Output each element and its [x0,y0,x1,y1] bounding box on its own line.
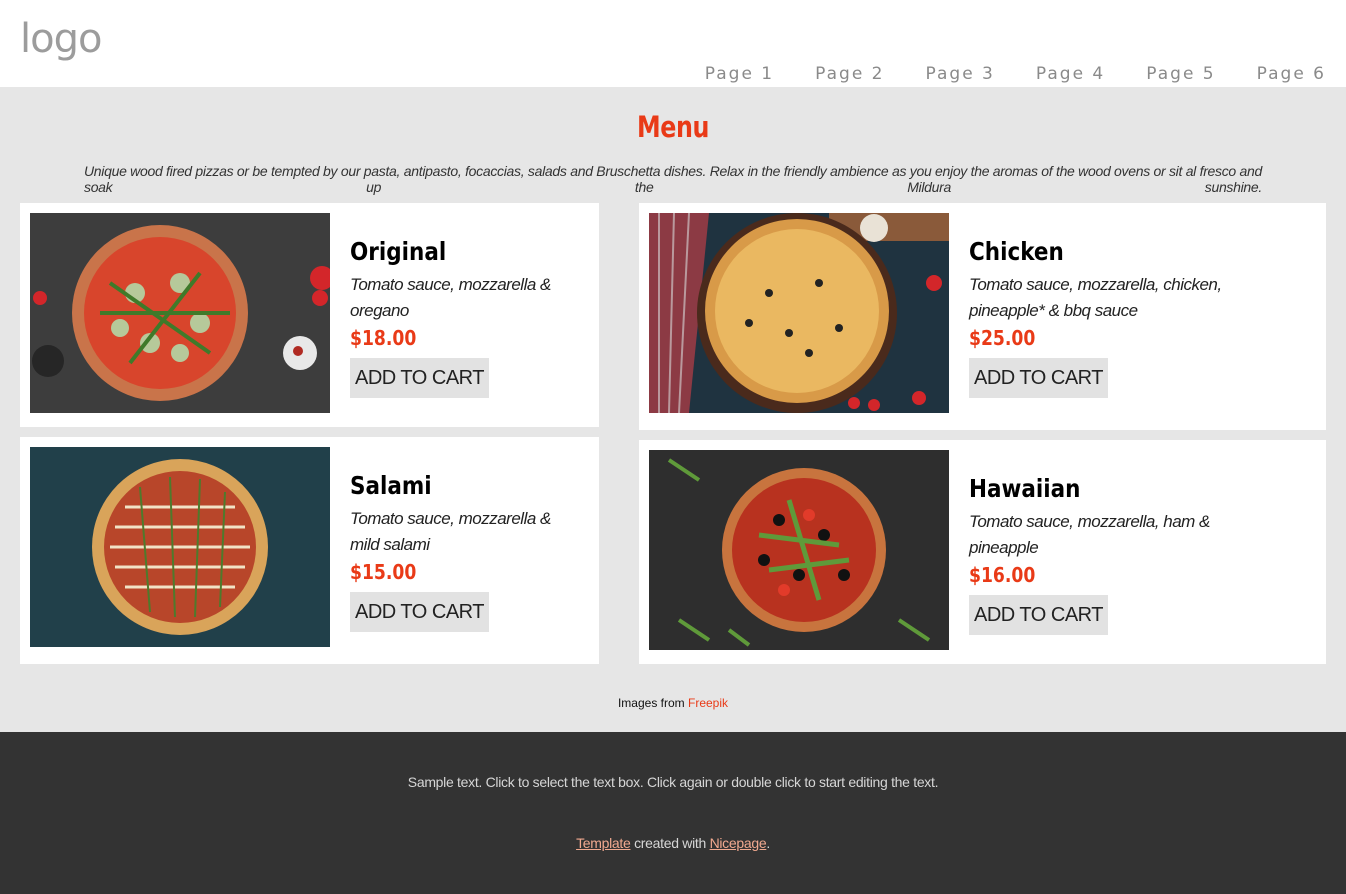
main-nav: Page 1 Page 2 Page 3 Page 4 Page 5 Page … [705,62,1326,86]
menu-card-original: Original Tomato sauce, mozzarella & oreg… [20,203,599,427]
nav-page-4[interactable]: Page 4 [1036,62,1105,86]
add-to-cart-button[interactable]: ADD TO CART [350,358,489,398]
nav-page-3[interactable]: Page 3 [926,62,995,86]
pizza-name: Chicken [969,237,1064,266]
pizza-description: Tomato sauce, mozzarella, ham & pineappl… [969,512,1210,557]
footer-sample-text: Sample text. Click to select the text bo… [407,774,939,790]
menu-card-hawaiian: Hawaiian Tomato sauce, mozzarella, ham &… [639,440,1326,664]
pizza-name: Original [350,237,447,266]
pizza-name: Hawaiian [969,474,1081,503]
menu-card-info: Chicken Tomato sauce, mozzarella, chicke… [969,234,1279,398]
add-to-cart-button[interactable]: ADD TO CART [350,592,489,632]
menu-card-info: Hawaiian Tomato sauce, mozzarella, ham &… [969,471,1279,635]
menu-card-chicken: Chicken Tomato sauce, mozzarella, chicke… [639,203,1326,430]
pizza-original-image [30,213,330,413]
footer-period: . [766,835,770,851]
logo[interactable]: logo [20,16,102,62]
credit-prefix: Images from [617,696,685,710]
freepik-link[interactable]: Freepik [688,696,728,710]
pizza-description: Tomato sauce, mozzarella & oregano [350,275,551,320]
add-to-cart-button[interactable]: ADD TO CART [969,358,1108,398]
pizza-price: $25.00 [969,326,1036,350]
nav-page-5[interactable]: Page 5 [1146,62,1215,86]
nicepage-link[interactable]: Nicepage [710,835,767,851]
site-footer: Sample text. Click to select the text bo… [0,732,1346,894]
nav-page-6[interactable]: Page 6 [1257,62,1326,86]
pizza-price: $16.00 [969,563,1036,587]
pizza-description: Tomato sauce, mozzarella, chicken, pinea… [969,275,1222,320]
created-with-text: created with [634,835,706,851]
pizza-name: Salami [350,471,432,500]
template-link[interactable]: Template [576,835,631,851]
menu-intro: Unique wood fired pizzas or be tempted b… [84,163,1262,195]
pizza-price: $18.00 [350,326,417,350]
pizza-salami-image [30,447,330,647]
pizza-hawaiian-image [649,450,949,650]
nav-page-1[interactable]: Page 1 [705,62,774,86]
pizza-description: Tomato sauce, mozzarella & mild salami [350,509,551,554]
menu-card-info: Original Tomato sauce, mozzarella & oreg… [350,234,575,398]
nav-page-2[interactable]: Page 2 [815,62,884,86]
pizza-price: $15.00 [350,560,417,584]
menu-title: Menu [636,110,710,144]
menu-card-salami: Salami Tomato sauce, mozzarella & mild s… [20,437,599,664]
footer-credit: Template created with Nicepage. [0,835,1346,851]
add-to-cart-button[interactable]: ADD TO CART [969,595,1108,635]
menu-card-info: Salami Tomato sauce, mozzarella & mild s… [350,468,575,632]
site-header: logo Page 1 Page 2 Page 3 Page 4 Page 5 … [0,0,1346,87]
pizza-chicken-image [649,213,949,413]
image-credit: Images from Freepik [0,696,1346,710]
